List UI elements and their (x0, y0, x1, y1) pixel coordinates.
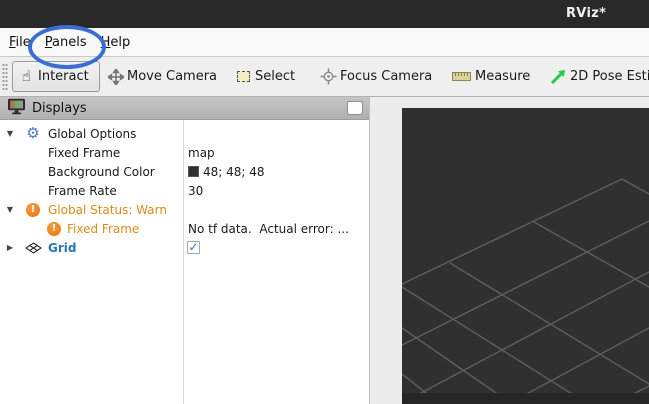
move-arrows-icon (107, 68, 124, 85)
tree-row-frame-rate[interactable]: Frame Rate 30 (0, 181, 369, 200)
move-camera-tool-button[interactable]: Move Camera (107, 61, 217, 92)
panel-float-button[interactable] (347, 101, 363, 115)
menu-bar: File Panels Help (0, 28, 649, 57)
window-title: RViz* (566, 6, 606, 21)
row-label[interactable]: Grid (48, 241, 76, 255)
tree-row-global-options[interactable]: ▼ ⚙ Global Options (0, 124, 369, 143)
pose-estimate-tool-button[interactable]: 2D Pose Esti (550, 61, 649, 92)
tree-row-global-status[interactable]: ▼ ! Global Status: Warn (0, 200, 369, 219)
ground-grid (402, 108, 649, 404)
row-value[interactable]: No tf data. Actual error: ... (188, 222, 349, 236)
green-arrow-icon (550, 68, 567, 85)
gear-icon: ⚙ (24, 126, 42, 141)
tree-row-fixed-frame-status[interactable]: ! Fixed Frame No tf data. Actual error: … (0, 219, 369, 238)
select-tool-button[interactable]: Select (235, 61, 295, 92)
expander-down-icon[interactable]: ▼ (4, 129, 16, 138)
displays-panel-header[interactable]: Displays (0, 97, 369, 120)
displays-panel: Displays ▼ ⚙ Global Options Fixed Frame … (0, 97, 370, 404)
hand-pointer-icon: ☝ (18, 68, 35, 85)
interact-tool-label: Interact (38, 69, 89, 84)
selection-box-icon (235, 68, 252, 85)
displays-panel-title: Displays (32, 101, 347, 116)
expander-right-icon[interactable]: ▶ (4, 243, 16, 252)
pose-estimate-tool-label: 2D Pose Esti (570, 69, 649, 84)
row-label[interactable]: Global Status: Warn (48, 203, 167, 217)
select-tool-label: Select (255, 69, 295, 84)
move-camera-tool-label: Move Camera (127, 69, 217, 84)
menu-file[interactable]: File (2, 31, 38, 54)
row-label[interactable]: Background Color (48, 165, 155, 179)
row-label[interactable]: Frame Rate (48, 184, 117, 198)
tree-row-grid[interactable]: ▶ Grid ✓ (0, 238, 369, 257)
focus-camera-tool-label: Focus Camera (340, 69, 432, 84)
grid-icon (24, 242, 42, 254)
menu-help[interactable]: Help (94, 31, 138, 54)
row-value: ✓ (187, 241, 200, 254)
toolbar: ☝ Interact Move Camera Select (0, 57, 649, 97)
window-title-bar: RViz* (0, 0, 649, 28)
color-value-text: 48; 48; 48 (203, 165, 265, 179)
measure-tool-label: Measure (475, 69, 530, 84)
row-label[interactable]: Global Options (48, 127, 136, 141)
row-value[interactable]: 48; 48; 48 (188, 165, 265, 179)
color-swatch (188, 166, 199, 177)
grid-enabled-checkbox[interactable]: ✓ (187, 241, 200, 254)
crosshair-icon (320, 68, 337, 85)
viewport-bottom-edge (402, 393, 649, 404)
expander-down-icon[interactable]: ▼ (4, 205, 16, 214)
toolbar-grip-handle[interactable] (2, 63, 8, 90)
menu-panels[interactable]: Panels (38, 31, 94, 54)
tree-row-fixed-frame[interactable]: Fixed Frame map (0, 143, 369, 162)
ruler-icon (451, 68, 472, 85)
main-area: Displays ▼ ⚙ Global Options Fixed Frame … (0, 97, 649, 404)
row-label[interactable]: Fixed Frame (67, 222, 139, 236)
warning-icon: ! (45, 222, 63, 236)
row-value[interactable]: map (188, 146, 215, 160)
tree-row-background-color[interactable]: Background Color 48; 48; 48 (0, 162, 369, 181)
row-label[interactable]: Fixed Frame (48, 146, 120, 160)
displays-property-tree: ▼ ⚙ Global Options Fixed Frame map Backg… (0, 120, 369, 404)
measure-tool-button[interactable]: Measure (451, 61, 530, 92)
row-value[interactable]: 30 (188, 184, 203, 198)
monitor-icon (7, 98, 26, 119)
warning-icon: ! (24, 203, 42, 217)
focus-camera-tool-button[interactable]: Focus Camera (320, 61, 432, 92)
render-viewport-3d[interactable] (402, 108, 649, 404)
interact-tool-button[interactable]: ☝ Interact (12, 61, 100, 92)
